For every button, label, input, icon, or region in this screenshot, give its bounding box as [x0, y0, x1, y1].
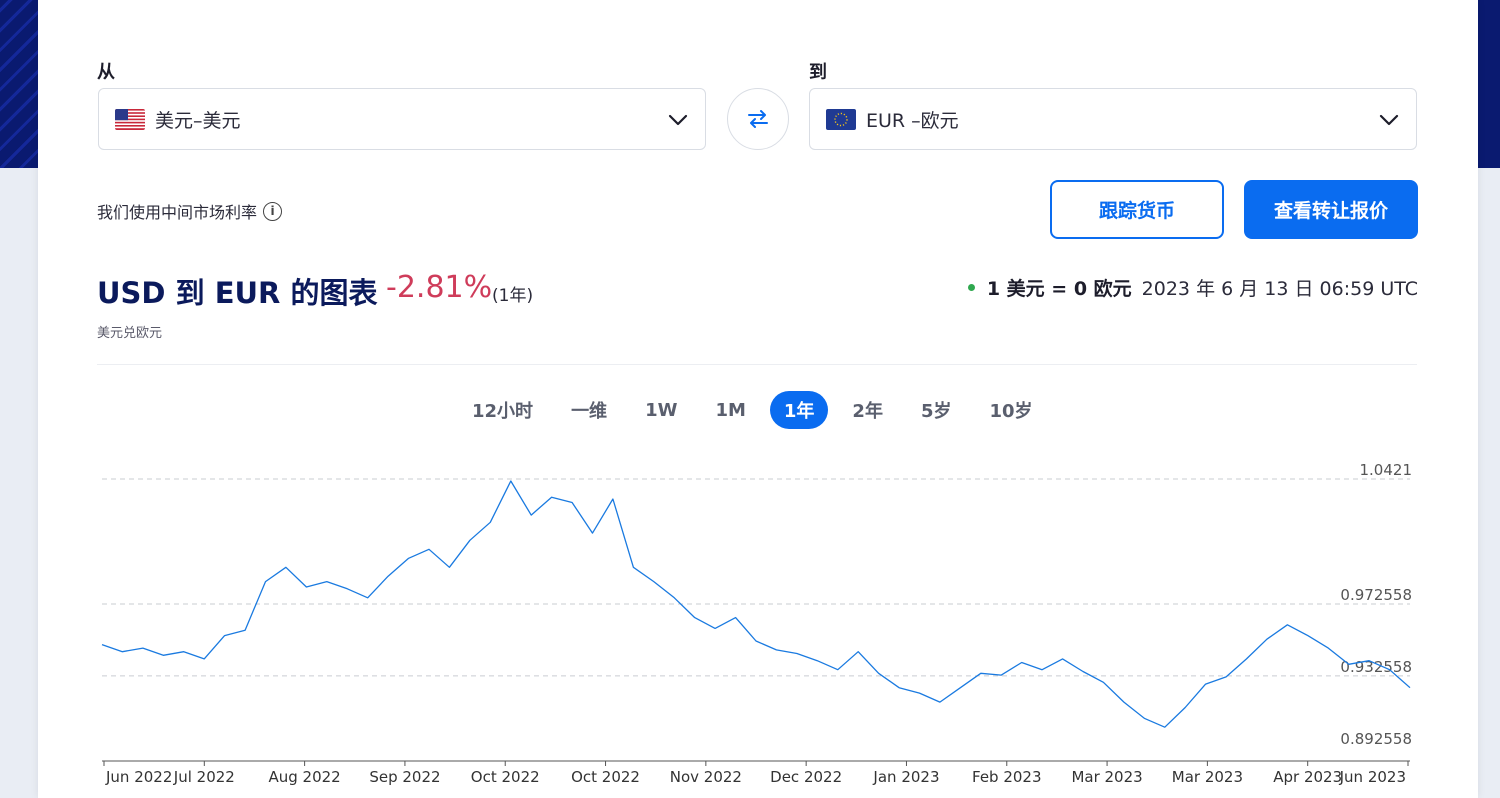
- x-tick-label: Aug 2022: [268, 768, 340, 786]
- chevron-down-icon: [668, 114, 688, 126]
- live-rate: 1 美元 = 0 欧元 2023 年 6 月 13 日 06:59 UTC: [967, 274, 1418, 301]
- us-flag-icon: [115, 108, 145, 130]
- track-currency-button[interactable]: 跟踪货币: [1050, 180, 1224, 239]
- tab-1d[interactable]: 一维: [557, 391, 621, 429]
- from-currency-select[interactable]: 美元–美元: [98, 88, 706, 150]
- x-tick-label: Jul 2022: [173, 768, 235, 786]
- percent-change: -2.81%: [386, 270, 493, 305]
- tab-5y[interactable]: 5岁: [907, 391, 966, 429]
- swap-icon: [748, 110, 768, 128]
- to-currency-value: EUR –欧元: [866, 109, 959, 132]
- y-tick-label: 0.972558: [1340, 586, 1412, 604]
- x-tick-label: Oct 2022: [571, 768, 640, 786]
- x-tick-label: Jan 2023: [872, 768, 939, 786]
- x-tick-label: Apr 2023: [1273, 768, 1342, 786]
- view-transfer-quote-button[interactable]: 查看转让报价: [1244, 180, 1418, 239]
- time-range-tabs: 12小时 一维 1W 1M 1年 2年 5岁 10岁: [458, 391, 1057, 429]
- tab-1m[interactable]: 1M: [701, 391, 759, 429]
- mid-market-note: 我们使用中间市场利率 i: [97, 199, 283, 223]
- change-period: (1年): [492, 286, 534, 306]
- rate-timestamp: 2023 年 6 月 13 日 06:59 UTC: [1141, 278, 1418, 300]
- from-label: 从: [97, 62, 115, 83]
- to-label: 到: [809, 62, 827, 83]
- tab-12h[interactable]: 12小时: [458, 391, 547, 429]
- tab-1y[interactable]: 1年: [769, 391, 829, 429]
- y-tick-label: 0.892558: [1340, 730, 1412, 748]
- x-tick-label: Feb 2023: [972, 768, 1042, 786]
- background-pattern: [0, 0, 40, 168]
- x-tick-label: Mar 2023: [1071, 768, 1142, 786]
- x-tick-label: Sep 2022: [369, 768, 440, 786]
- eu-flag-icon: [826, 108, 856, 130]
- divider: [97, 364, 1417, 365]
- tab-10y[interactable]: 10岁: [975, 391, 1046, 429]
- to-currency-select[interactable]: EUR –欧元: [809, 88, 1417, 150]
- live-status-dot: [967, 284, 975, 291]
- y-tick-label: 1.0421: [1360, 461, 1413, 479]
- chevron-down-icon: [1379, 114, 1399, 126]
- x-tick-label: Jun 2022: [105, 768, 172, 786]
- chart-title: USD 到 EUR 的图表: [97, 276, 378, 310]
- swap-currencies-button[interactable]: [727, 88, 789, 150]
- tab-2y[interactable]: 2年: [838, 391, 897, 429]
- mid-market-note-text: 我们使用中间市场利率: [97, 203, 258, 222]
- x-tick-label: Mar 2023: [1172, 768, 1243, 786]
- y-tick-label: 0.932558: [1340, 658, 1412, 676]
- x-tick-label: Oct 2022: [471, 768, 540, 786]
- exchange-rate-chart[interactable]: 1.04210.9725580.9325580.892558Jun 2022 Ju…: [96, 450, 1418, 795]
- from-currency-value: 美元–美元: [155, 109, 241, 132]
- chart-subtitle: 美元兑欧元: [97, 326, 163, 341]
- tab-1w[interactable]: 1W: [631, 391, 691, 429]
- rate-value: 1 美元 = 0 欧元: [986, 278, 1132, 300]
- x-tick-label: Jun 2023: [1339, 768, 1406, 786]
- x-tick-label: Nov 2022: [670, 768, 742, 786]
- info-icon[interactable]: i: [263, 201, 283, 221]
- x-tick-label: Dec 2022: [770, 768, 842, 786]
- converter-card: 从 到 美元–美元 EUR –欧元 我们使用中间市场利率 i 跟踪货币 查看转让…: [38, 0, 1478, 798]
